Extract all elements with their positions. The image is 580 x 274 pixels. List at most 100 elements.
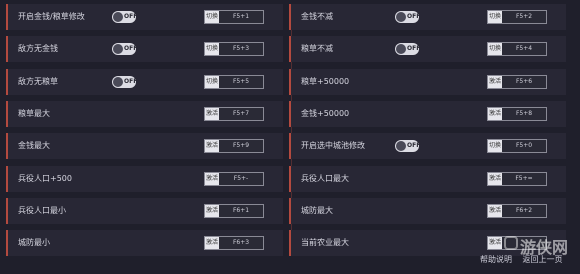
hotkey-action: 激活 — [488, 75, 502, 88]
hotkey-button[interactable]: 切换 F5+2 — [487, 10, 547, 24]
cheat-label: 兵役人口+500 — [18, 173, 72, 183]
hotkey-button[interactable]: 激活 F5+- — [204, 171, 264, 186]
cheat-label: 金钱不减 — [301, 12, 333, 21]
hotkey-key: F5+4 — [515, 45, 533, 53]
toggle-state: OFF — [407, 142, 421, 150]
cheat-row: 粮草最大 激活 F5+7 — [6, 100, 283, 127]
toggle-knob — [113, 12, 123, 22]
cheat-label: 兵役人口最小 — [18, 205, 66, 215]
cheat-label: 城防最小 — [18, 238, 50, 248]
hotkey-key: F5+8 — [515, 109, 533, 117]
cheat-label: 粮草最大 — [18, 108, 50, 118]
toggle-state: OFF — [124, 13, 138, 20]
toggle-state: OFF — [124, 45, 138, 53]
cheat-label: 粮草不减 — [301, 44, 333, 54]
hotkey-button[interactable]: 切换 F5+3 — [204, 42, 264, 57]
cheat-label: 当前农业最大 — [301, 238, 349, 248]
cheat-label: 开启选中城池修改 — [301, 141, 365, 151]
hotkey-key — [502, 237, 546, 249]
cheat-label: 粮草+50000 — [301, 76, 350, 86]
hotkey-key: F5+3 — [232, 45, 250, 53]
hotkey-button[interactable]: 切换 F5+0 — [487, 139, 547, 154]
cheat-label: 金钱+50000 — [301, 108, 350, 118]
toggle-state: OFF — [407, 13, 421, 20]
hotkey-action: 激活 — [205, 140, 219, 153]
hotkey-button[interactable]: 激活 F5+= — [487, 171, 547, 186]
cheat-label: 敌方无粮草 — [18, 76, 58, 86]
toggle-knob — [396, 141, 406, 152]
toggle-knob — [396, 44, 406, 55]
cheat-row: 粮草不减 OFF 切换 F5+4 — [289, 36, 566, 63]
hotkey-key: F5+- — [233, 174, 249, 182]
hotkey-action: 切换 — [488, 140, 502, 153]
hotkey-action: 激活 — [488, 237, 502, 250]
cheat-row: 金钱最大 激活 F5+9 — [6, 133, 283, 160]
cheat-row: 敌方无金钱 OFF 切换 F5+3 — [6, 36, 283, 63]
cheat-toggle[interactable]: OFF — [112, 43, 138, 56]
cheat-toggle[interactable]: OFF — [112, 11, 138, 23]
cheat-row: 金钱不减 OFF 切换 F5+2 — [289, 4, 566, 30]
cheat-row: 粮草+50000 激活 F5+6 — [289, 68, 566, 95]
hotkey-action: 切换 — [205, 43, 219, 56]
hotkey-button[interactable]: 激活 F5+6 — [487, 74, 547, 89]
cheat-label: 兵役人口最大 — [301, 173, 349, 183]
trainer-window: 开启金钱/粮草修改 OFF 切换 F5+1 敌方无金钱 OFF 切换 F5+3 敌方无粮草 OFF… — [0, 0, 580, 274]
cheat-toggle[interactable]: OFF — [395, 11, 421, 23]
hotkey-key: F6+1 — [232, 206, 250, 214]
toggle-state: OFF — [124, 77, 138, 85]
hotkey-action: 激活 — [205, 107, 219, 120]
hotkey-action: 激活 — [488, 107, 502, 120]
hotkey-button[interactable]: 激活 F6+3 — [204, 236, 264, 251]
cheat-label: 城防最大 — [301, 205, 333, 215]
cheat-toggle[interactable]: OFF — [395, 140, 421, 153]
cheat-row: 当前农业最大 激活 — [289, 230, 566, 257]
hotkey-button[interactable]: 切换 F5+4 — [487, 42, 547, 57]
cheat-row: 开启金钱/粮草修改 OFF 切换 F5+1 — [6, 4, 283, 30]
hotkey-action: 激活 — [205, 172, 219, 185]
hotkey-key: F5+5 — [232, 77, 250, 85]
cheat-label: 开启金钱/粮草修改 — [18, 12, 85, 21]
cheat-toggle[interactable]: OFF — [395, 43, 421, 56]
hotkey-button[interactable]: 激活 F6+1 — [204, 203, 264, 218]
cheat-row: 城防最大 激活 F6+2 — [289, 197, 566, 224]
footer: 帮助说明 返回上一页 — [480, 254, 563, 265]
hotkey-key: F5+9 — [232, 142, 250, 150]
cheat-row: 敌方无粮草 OFF 切换 F5+5 — [6, 68, 283, 95]
toggle-state: OFF — [407, 45, 421, 53]
hotkey-button[interactable]: 切换 F5+1 — [204, 10, 264, 24]
cheat-label: 金钱最大 — [18, 141, 50, 151]
hotkey-key: F5+= — [515, 174, 533, 182]
hotkey-button[interactable]: 激活 F5+7 — [204, 106, 264, 121]
hotkey-button[interactable]: 激活 F5+8 — [487, 106, 547, 121]
cheat-row: 兵役人口+500 激活 F5+- — [6, 165, 283, 192]
cheat-toggle[interactable]: OFF — [112, 75, 138, 88]
help-link[interactable]: 帮助说明 — [480, 255, 512, 264]
hotkey-key: F6+2 — [515, 206, 533, 214]
hotkey-action: 切换 — [488, 43, 502, 56]
cheat-row: 开启选中城池修改 OFF 切换 F5+0 — [289, 133, 566, 160]
hotkey-key: F5+7 — [232, 109, 250, 117]
cheat-label: 敌方无金钱 — [18, 44, 58, 54]
cheat-row: 城防最小 激活 F6+3 — [6, 230, 283, 257]
hotkey-action: 切换 — [205, 75, 219, 88]
hotkey-key: F5+0 — [515, 142, 533, 150]
cheat-row: 金钱+50000 激活 F5+8 — [289, 100, 566, 127]
toggle-knob — [113, 76, 123, 87]
hotkey-button[interactable]: 激活 — [487, 236, 547, 251]
cheat-row: 兵役人口最小 激活 F6+1 — [6, 197, 283, 224]
hotkey-key: F5+1 — [232, 13, 250, 20]
hotkey-button[interactable]: 激活 F6+2 — [487, 203, 547, 218]
hotkey-key: F6+3 — [232, 239, 250, 247]
prev-page-link[interactable]: 返回上一页 — [523, 255, 563, 264]
hotkey-action: 激活 — [488, 172, 502, 185]
hotkey-button[interactable]: 激活 F5+9 — [204, 139, 264, 154]
hotkey-key: F5+2 — [515, 13, 533, 20]
hotkey-key: F5+6 — [515, 77, 533, 85]
hotkey-button[interactable]: 切换 F5+5 — [204, 74, 264, 89]
hotkey-action: 激活 — [205, 204, 219, 217]
hotkey-action: 激活 — [205, 237, 219, 250]
toggle-knob — [396, 12, 406, 22]
hotkey-action: 切换 — [205, 11, 219, 23]
cheat-row: 兵役人口最大 激活 F5+= — [289, 165, 566, 192]
hotkey-action: 激活 — [488, 204, 502, 217]
